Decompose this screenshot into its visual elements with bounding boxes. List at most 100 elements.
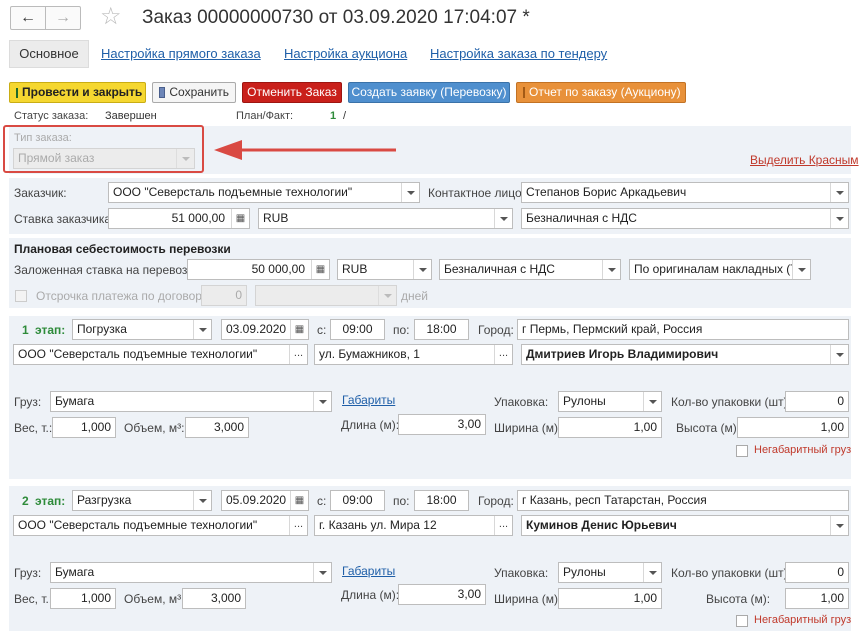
stage-2-address-input[interactable]: г. Казань ул. Мира 12 ... — [314, 515, 513, 536]
stage-2-date-input[interactable]: 05.09.2020 ▦ — [221, 490, 309, 511]
chevron-down-icon — [176, 149, 194, 168]
stage-1-oversize-label: Негабаритный груз — [754, 444, 852, 456]
days-label: дней — [401, 289, 429, 303]
contact-person-select[interactable]: Степанов Борис Аркадьевич — [521, 182, 849, 203]
create-request-button[interactable]: Создать заявку (Перевозку) — [348, 82, 510, 103]
stage-1-contact-select[interactable]: Дмитриев Игорь Владимирович — [521, 344, 849, 365]
cancel-order-button[interactable]: Отменить Заказ — [242, 82, 342, 103]
chevron-down-icon — [378, 286, 396, 305]
stage-2-time-from-input[interactable]: 09:00 — [330, 490, 385, 511]
stage-1-volume-label: Объем, м³: — [124, 421, 185, 435]
stage-1-packing-select[interactable]: Рулоны — [558, 391, 662, 412]
stage-2-cargo-select[interactable]: Бумага — [50, 562, 332, 583]
stage-1-volume-input[interactable]: 3,000 — [185, 417, 249, 438]
tab-auction-settings[interactable]: Настройка аукциона — [284, 46, 407, 61]
stage-1-type-select[interactable]: Погрузка — [72, 319, 212, 340]
calculator-icon[interactable]: ▦ — [311, 260, 329, 279]
deferral-label: Отсрочка платежа по договору: — [36, 289, 212, 303]
choose-button[interactable]: ... — [494, 345, 512, 364]
stage-2-org-input[interactable]: ООО "Северсталь подъемные технологии" ..… — [13, 515, 308, 536]
highlight-red-link[interactable]: Выделить Красным — [750, 153, 859, 167]
deferral-unit-select[interactable] — [255, 285, 397, 306]
floppy-disk-icon — [159, 87, 166, 98]
stage-1-weight-input[interactable]: 1,000 — [52, 417, 116, 438]
forward-button[interactable]: → — [45, 6, 81, 30]
stage-2-city-input[interactable]: г Казань, респ Татарстан, Россия — [517, 490, 849, 511]
stage-2-contact-select[interactable]: Куминов Денис Юрьевич — [521, 515, 849, 536]
deferral-checkbox[interactable] — [15, 290, 27, 302]
customer-select[interactable]: ООО "Северсталь подъемные технологии" — [108, 182, 420, 203]
post-and-close-button[interactable]: Провести и закрыть — [9, 82, 146, 103]
calendar-icon[interactable]: ▦ — [290, 320, 308, 339]
stage-2-height-input[interactable]: 1,00 — [785, 588, 849, 609]
stage-1-time-from-input[interactable]: 09:00 — [330, 319, 385, 340]
planned-rate-input[interactable]: 50 000,00 ▦ — [187, 259, 330, 280]
stage-2-length-label: Длина (м): — [341, 588, 400, 602]
stage-1-oversize-checkbox[interactable] — [736, 445, 748, 457]
planned-payment-select[interactable]: Безналичная с НДС — [439, 259, 621, 280]
tab-tender-settings[interactable]: Настройка заказа по тендеру — [430, 46, 607, 61]
stage-2-weight-input[interactable]: 1,000 — [50, 588, 116, 609]
stage-2-type-select[interactable]: Разгрузка — [72, 490, 212, 511]
stage-1-time-to-input[interactable]: 18:00 — [414, 319, 469, 340]
chevron-down-icon — [413, 260, 431, 279]
planned-docs-select[interactable]: По оригиналам накладных (ТН — [629, 259, 811, 280]
customer-payment-select[interactable]: Безналичная с НДС — [521, 208, 849, 229]
stage-1-pack-count-input[interactable]: 0 — [785, 391, 849, 412]
plan-value: 1 — [330, 110, 337, 122]
order-type-select[interactable]: Прямой заказ — [13, 148, 195, 169]
stage-1-cargo-label: Груз: — [14, 395, 42, 409]
chevron-down-icon — [193, 491, 211, 510]
stage-2-volume-label: Объем, м³: — [124, 592, 185, 606]
chevron-down-icon — [830, 345, 848, 364]
stage-2-packing-select[interactable]: Рулоны — [558, 562, 662, 583]
stage-1-height-input[interactable]: 1,00 — [737, 417, 849, 438]
stage-1-length-input[interactable]: 3,00 — [398, 414, 486, 435]
auction-report-button[interactable]: Отчет по заказу (Аукциону) — [516, 82, 686, 103]
report-icon — [523, 87, 525, 98]
calendar-icon[interactable]: ▦ — [290, 491, 308, 510]
stage-1-width-input[interactable]: 1,00 — [558, 417, 662, 438]
arrow-left-icon: ← — [20, 9, 36, 26]
stage-2-label: этап: — [35, 494, 66, 508]
stage-1-city-input[interactable]: г Пермь, Пермский край, Россия — [517, 319, 849, 340]
customer-currency-select[interactable]: RUB — [258, 208, 513, 229]
stage-1-label: этап: — [35, 323, 66, 337]
favorite-star-icon[interactable]: ☆ — [100, 3, 122, 31]
stage-1-cargo-select[interactable]: Бумага — [50, 391, 332, 412]
calculator-icon[interactable]: ▦ — [231, 209, 249, 228]
planned-cost-heading: Плановая себестоимость перевозки — [14, 242, 231, 256]
customer-rate-input[interactable]: 51 000,00 ▦ — [108, 208, 250, 229]
choose-button[interactable]: ... — [289, 345, 307, 364]
stage-2-dimensions-link[interactable]: Габариты — [342, 564, 395, 578]
plan-fact-separator: / — [343, 110, 347, 122]
stage-2-pack-count-input[interactable]: 0 — [785, 562, 849, 583]
choose-button[interactable]: ... — [494, 516, 512, 535]
deferral-input[interactable]: 0 — [201, 285, 247, 306]
stage-1-height-label: Высота (м): — [676, 421, 741, 435]
stage-1-date-input[interactable]: 03.09.2020 ▦ — [221, 319, 309, 340]
back-button[interactable]: ← — [10, 6, 46, 30]
tab-main[interactable]: Основное — [9, 40, 89, 68]
save-button[interactable]: Сохранить — [152, 82, 236, 103]
tab-direct-order-settings[interactable]: Настройка прямого заказа — [101, 46, 261, 61]
stage-2-volume-input[interactable]: 3,000 — [182, 588, 246, 609]
stage-1-address-input[interactable]: ул. Бумажников, 1 ... — [314, 344, 513, 365]
chevron-down-icon — [401, 183, 419, 202]
stage-2-length-input[interactable]: 3,00 — [398, 584, 486, 605]
stage-1-dimensions-link[interactable]: Габариты — [342, 393, 395, 407]
choose-button[interactable]: ... — [289, 516, 307, 535]
stage-2-cargo-label: Груз: — [14, 566, 42, 580]
chevron-down-icon — [830, 209, 848, 228]
arrow-right-icon: → — [55, 9, 71, 26]
planned-currency-select[interactable]: RUB — [337, 259, 432, 280]
stage-2-oversize-label: Негабаритный груз — [754, 614, 852, 626]
chevron-down-icon — [643, 563, 661, 582]
stage-2-width-input[interactable]: 1,00 — [558, 588, 662, 609]
chevron-down-icon — [830, 183, 848, 202]
stage-2-number: 2 — [22, 494, 29, 508]
stage-2-time-to-input[interactable]: 18:00 — [414, 490, 469, 511]
stage-1-org-input[interactable]: ООО "Северсталь подъемные технологии" ..… — [13, 344, 308, 365]
stage-2-oversize-checkbox[interactable] — [736, 615, 748, 627]
stage-1-length-label: Длина (м): — [341, 418, 400, 432]
